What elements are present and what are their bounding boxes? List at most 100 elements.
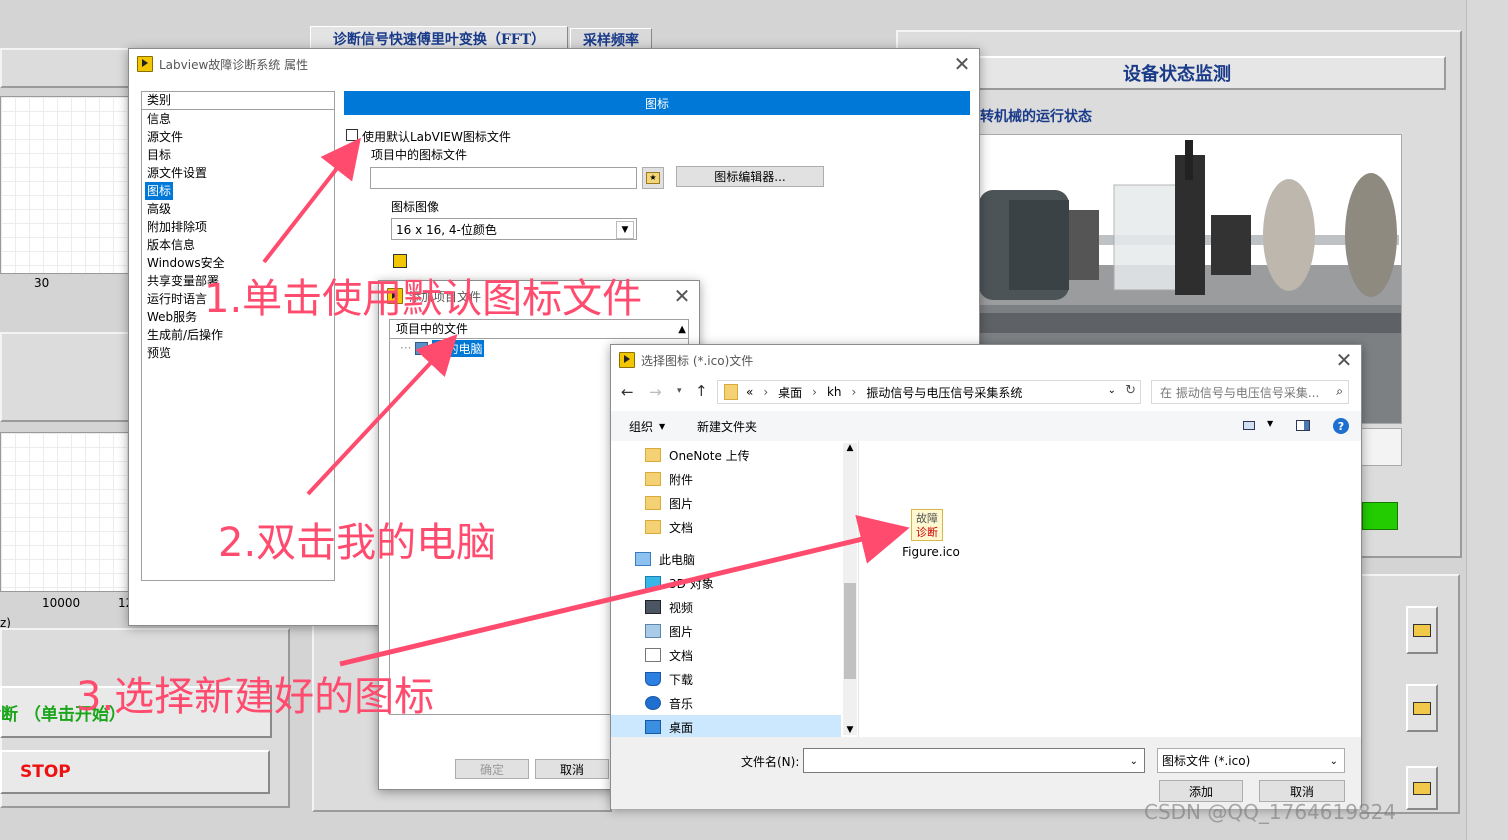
category-item[interactable]: 源文件设置	[142, 164, 334, 182]
nav-item-label: 附件	[669, 472, 694, 487]
stop-button[interactable]: STOP	[0, 750, 270, 794]
nav-item[interactable]: 视频	[611, 595, 841, 619]
open-folder-button-3[interactable]	[1406, 766, 1438, 810]
left-chart-bottom	[0, 432, 140, 592]
open-folder-button-2[interactable]	[1406, 684, 1438, 732]
breadcrumb-item[interactable]: kh	[827, 385, 842, 399]
breadcrumb-item[interactable]: 振动信号与电压信号采集系统	[866, 384, 1022, 401]
scroll-thumb[interactable]	[844, 583, 856, 679]
nav-item[interactable]: 此电脑	[611, 547, 841, 571]
open-folder-icon	[1413, 781, 1431, 795]
folder-icon	[645, 496, 661, 510]
refresh-icon[interactable]: ↻	[1125, 383, 1136, 398]
nav-item[interactable]: 音乐	[611, 691, 841, 715]
filename-label: 文件名(N):	[741, 755, 800, 769]
category-item[interactable]: 源文件	[142, 128, 334, 146]
use-default-icon-label: 使用默认LabVIEW图标文件	[362, 130, 511, 144]
category-item[interactable]: 附加排除项	[142, 218, 334, 236]
category-item[interactable]: 目标	[142, 146, 334, 164]
breadcrumb-item[interactable]: 桌面	[778, 384, 802, 401]
chevron-down-icon[interactable]: ⌄	[1108, 385, 1116, 396]
ok-button[interactable]: 确定	[455, 759, 529, 779]
nav-item[interactable]: OneNote 上传	[611, 443, 841, 467]
add-button[interactable]: 添加	[1159, 780, 1243, 802]
nav-item[interactable]: 图片	[611, 619, 841, 643]
section-header: 图标	[344, 91, 970, 115]
properties-title: Labview故障诊断系统 属性	[159, 57, 309, 72]
breadcrumb-separator: ›	[851, 385, 857, 399]
nav-item-label: 视频	[669, 600, 694, 615]
select-icon-file-dialog: 选择图标 (*.ico)文件 ✕ ← → ▾ ↑ « › 桌面 › kh › 振动信号与电压…	[610, 344, 1362, 809]
nav-item[interactable]: 文档	[611, 515, 841, 539]
category-item[interactable]: 版本信息	[142, 236, 334, 254]
filetype-select[interactable]: 图标文件 (*.ico) ⌄	[1157, 748, 1345, 773]
computer-icon	[415, 341, 429, 355]
close-icon[interactable]: ✕	[1327, 345, 1361, 375]
up-button[interactable]: ↑	[695, 382, 708, 400]
preview-pane-icon[interactable]	[1296, 420, 1310, 431]
right-scrollbar[interactable]	[1466, 0, 1508, 840]
chevron-down-icon: ⌄	[1329, 756, 1338, 767]
forward-button[interactable]: →	[649, 383, 669, 405]
open-folder-icon	[1413, 623, 1431, 637]
nav-item-label: OneNote 上传	[669, 448, 750, 463]
navigation-pane[interactable]: OneNote 上传 附件 图片 文档 此电脑 3D 对象 视频 图片 文档 下载 音乐 桌面	[611, 441, 843, 737]
nav-item[interactable]: 下载	[611, 667, 841, 691]
labview-icon	[619, 352, 635, 368]
nav-scrollbar[interactable]: ▲ ▼	[843, 443, 857, 735]
chevron-down-icon: ⌄	[1129, 756, 1138, 767]
nav-item-label: 文档	[669, 520, 694, 535]
nav-item[interactable]: 附件	[611, 467, 841, 491]
open-folder-icon	[1413, 701, 1431, 715]
status-subtitle: 转机械的运行状态	[980, 109, 1092, 125]
view-options-icon[interactable]	[1243, 421, 1255, 430]
search-box[interactable]: 在 振动信号与电压信号采集... ⌕	[1151, 380, 1349, 404]
nav-item[interactable]: 文档	[611, 643, 841, 667]
chevron-down-icon: ▼	[616, 221, 634, 239]
back-button[interactable]: ←	[621, 383, 641, 405]
address-bar[interactable]: « › 桌面 › kh › 振动信号与电压信号采集系统 ⌄ ↻	[717, 380, 1141, 404]
scroll-up-icon[interactable]: ▲	[678, 321, 686, 339]
nav-item-label: 此电脑	[659, 552, 696, 567]
section-header-label: 图标	[644, 96, 669, 111]
icon-image-select[interactable]: 16 x 16, 4-位颜色 ▼	[391, 218, 637, 240]
breadcrumb-item[interactable]: «	[746, 385, 753, 399]
nav-item[interactable]: 图片	[611, 491, 841, 515]
search-placeholder: 在 振动信号与电压信号采集...	[1160, 385, 1320, 400]
file-item-figure-ico[interactable]: 故障 诊断 Figure.ico	[899, 509, 963, 567]
browse-icon-button[interactable]: ★	[642, 167, 664, 189]
recent-dropdown-icon[interactable]: ▾	[677, 386, 682, 396]
help-icon[interactable]: ?	[1333, 418, 1349, 434]
file-name-label: Figure.ico	[902, 545, 960, 559]
pc-icon	[635, 552, 651, 566]
file-dialog-title: 选择图标 (*.ico)文件	[641, 353, 754, 368]
filename-input[interactable]: ⌄	[803, 748, 1145, 773]
nav-item-label: 图片	[669, 624, 694, 639]
category-list[interactable]: 类别 信息 源文件 目标 源文件设置 图标 高级 附加排除项 版本信息 Windows安全 共享变…	[141, 91, 335, 581]
category-item[interactable]: 信息	[142, 110, 334, 128]
left-mid-panel	[0, 332, 140, 422]
use-default-icon-checkbox[interactable]	[346, 129, 358, 141]
nav-item-label: 桌面	[669, 720, 694, 735]
close-icon[interactable]: ✕	[945, 49, 979, 79]
open-folder-button-1[interactable]	[1406, 606, 1438, 654]
category-item[interactable]: 高级	[142, 200, 334, 218]
annotation-step1: 1.单击使用默认图标文件	[204, 276, 643, 322]
file-dialog-cancel-button[interactable]: 取消	[1259, 780, 1345, 802]
nav-item[interactable]: 3D 对象	[611, 571, 841, 595]
annotation-step3: 3.选择新建好的图标	[76, 674, 435, 720]
icon-editor-button[interactable]: 图标编辑器...	[676, 166, 824, 187]
organize-menu[interactable]: 组织 ▼	[629, 418, 665, 435]
chevron-down-icon[interactable]: ▼	[1267, 419, 1273, 428]
project-icon-file-input[interactable]	[370, 167, 637, 189]
close-icon[interactable]: ✕	[665, 281, 699, 311]
status-title: 设备状态监测	[1123, 64, 1231, 85]
nav-item[interactable]: 桌面	[611, 715, 841, 737]
new-folder-button[interactable]: 新建文件夹	[697, 418, 757, 435]
status-led-green	[1362, 502, 1398, 530]
category-item[interactable]: 预览	[142, 344, 334, 362]
add-file-cancel-button[interactable]: 取消	[535, 759, 609, 779]
category-item[interactable]: 生成前/后操作	[142, 326, 334, 344]
watermark: CSDN @QQ_1764619824	[1144, 800, 1397, 824]
category-item[interactable]: 图标	[145, 182, 173, 200]
